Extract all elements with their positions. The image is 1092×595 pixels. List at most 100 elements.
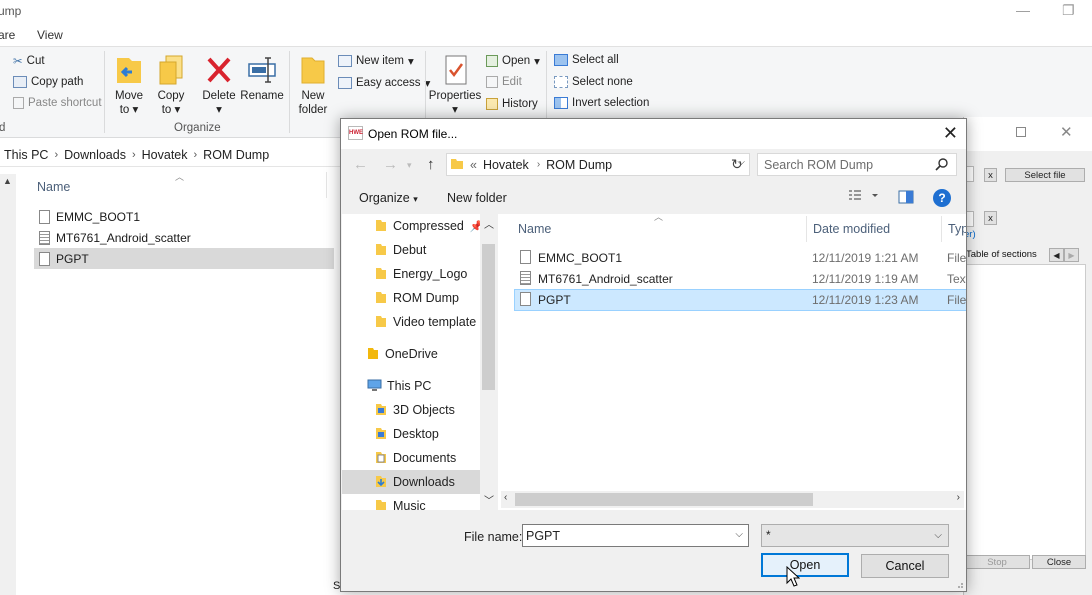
organize-button[interactable]: Organize ▾ <box>359 191 418 205</box>
horizontal-scroll-thumb[interactable] <box>515 493 813 506</box>
nav-item-rom-dump[interactable]: ROM Dump <box>342 286 480 310</box>
nav-item-energy-logo[interactable]: Energy_Logo <box>342 262 480 286</box>
easy-access-button[interactable]: Easy access ▾ <box>338 76 430 90</box>
refresh-icon[interactable]: ↻ <box>731 156 743 173</box>
stop-button[interactable]: Stop <box>964 555 1030 569</box>
nav-item-documents[interactable]: Documents <box>342 446 480 470</box>
back-arrow-icon[interactable]: ← <box>353 156 368 173</box>
up-arrow-icon[interactable]: ↑ <box>427 156 435 173</box>
explorer-breadcrumb[interactable]: This PC › Downloads › Hovatek › ROM Dump <box>0 143 340 167</box>
breadcrumb-hovatek[interactable]: Hovatek <box>483 158 529 172</box>
preview-pane-icon[interactable] <box>898 190 914 207</box>
move-to-button[interactable]: Move to ▾ <box>112 53 146 117</box>
arrow-left-icon[interactable]: ◀ <box>1049 248 1064 262</box>
forward-arrow-icon[interactable]: → <box>383 156 398 173</box>
nav-item-onedrive[interactable]: OneDrive <box>342 342 480 366</box>
breadcrumb-rom-dump[interactable]: ROM Dump <box>203 148 269 162</box>
tab-view[interactable]: View <box>37 28 63 42</box>
breadcrumb-rom-dump[interactable]: ROM Dump <box>546 158 612 172</box>
dialog-titlebar[interactable]: HWE Open ROM file... ✕ <box>341 119 966 149</box>
chevron-down-icon[interactable]: ⌵ <box>735 529 743 540</box>
list-item-selected[interactable]: PGPT <box>34 248 334 269</box>
arrow-right-icon[interactable]: ▶ <box>1064 248 1079 262</box>
nav-item-compressed[interactable]: Compressed 📌 <box>342 214 484 238</box>
new-item-button[interactable]: New item ▾ <box>338 54 414 68</box>
sections-table[interactable] <box>964 264 1086 560</box>
scroll-left-icon[interactable]: ‹ <box>504 492 507 503</box>
new-folder-icon <box>297 53 329 87</box>
cut-button[interactable]: ✂ Cut <box>13 54 45 68</box>
history-button[interactable]: History <box>486 98 538 110</box>
tool-clear-button[interactable]: x <box>984 168 997 182</box>
invert-selection-button[interactable]: Invert selection <box>554 97 649 109</box>
nav-scrollbar[interactable]: ▲ <box>0 174 16 595</box>
path-overflow-icon[interactable]: « <box>470 158 477 172</box>
list-item[interactable]: MT6761_Android_scatter <box>34 227 334 248</box>
new-folder-button[interactable]: New folder <box>296 53 330 117</box>
select-all-button[interactable]: Select all <box>554 54 619 66</box>
nav-scrollbar[interactable]: ︿ ﹀ <box>480 214 496 510</box>
select-file-button[interactable]: Select file <box>1005 168 1085 182</box>
rename-button[interactable]: Rename <box>240 53 284 103</box>
nav-item-this-pc[interactable]: This PC <box>342 374 480 398</box>
open-button[interactable]: Open <box>761 553 849 577</box>
close-icon[interactable]: ✕ <box>1060 123 1073 141</box>
dialog-breadcrumb[interactable]: « Hovatek › ROM Dump ⌵ <box>446 153 750 176</box>
nav-item-desktop[interactable]: Desktop <box>342 422 480 446</box>
help-icon[interactable]: ? <box>933 189 951 207</box>
tab-share[interactable]: are <box>0 28 15 42</box>
search-input[interactable] <box>764 157 934 172</box>
recent-chevron-icon[interactable]: ▾ <box>407 160 412 171</box>
scroll-up-icon[interactable]: ▲ <box>3 176 12 186</box>
column-header-type[interactable]: Typ <box>948 214 966 244</box>
file-icon <box>39 251 50 266</box>
restore-icon[interactable]: ❐ <box>1062 2 1075 19</box>
column-header-name[interactable]: Name <box>518 214 551 244</box>
select-none-button[interactable]: Select none <box>554 76 633 88</box>
list-item[interactable]: EMMC_BOOT1 <box>34 206 334 227</box>
breadcrumb-hovatek[interactable]: Hovatek <box>142 148 188 162</box>
horizontal-scrollbar[interactable]: ‹ › <box>501 491 964 508</box>
nav-item-music[interactable]: Music <box>342 494 480 510</box>
file-type-select[interactable]: * ⌵ <box>761 524 949 547</box>
tool-close-button[interactable]: Close <box>1032 555 1086 569</box>
close-icon[interactable]: ✕ <box>943 123 958 144</box>
nav-item-downloads[interactable]: Downloads <box>342 470 480 494</box>
breadcrumb-downloads[interactable]: Downloads <box>64 148 126 162</box>
folder-icon <box>375 314 387 331</box>
tool-clear-button-2[interactable]: x <box>984 211 997 225</box>
desktop-icon <box>375 426 387 443</box>
chevron-down-icon[interactable]: ⌵ <box>934 525 942 546</box>
file-name-combobox[interactable]: ⌵ <box>522 524 749 547</box>
file-row[interactable]: EMMC_BOOT1 12/11/2019 1:21 AM File <box>514 247 966 269</box>
onedrive-folder-icon <box>367 346 379 363</box>
new-folder-button[interactable]: New folder <box>447 191 507 205</box>
column-header-name[interactable]: Name <box>37 180 70 194</box>
search-box[interactable] <box>757 153 957 176</box>
cancel-button[interactable]: Cancel <box>861 554 949 578</box>
breadcrumb-this-pc[interactable]: This PC <box>4 148 48 162</box>
edit-button[interactable]: Edit <box>486 76 522 88</box>
copy-to-button[interactable]: Copy to ▾ <box>154 53 188 117</box>
paste-shortcut-button[interactable]: Paste shortcut <box>13 97 102 109</box>
scroll-right-icon[interactable]: › <box>957 492 960 503</box>
file-row[interactable]: MT6761_Android_scatter 12/11/2019 1:19 A… <box>514 268 966 290</box>
scroll-up-icon[interactable]: ︿ <box>484 216 494 231</box>
open-ribbon-button[interactable]: Open ▾ <box>486 54 540 68</box>
nav-item-3d-objects[interactable]: 3D Objects <box>342 398 480 422</box>
copy-path-button[interactable]: Copy path <box>13 76 83 88</box>
minimize-icon[interactable]: — <box>1016 2 1030 18</box>
delete-button[interactable]: Delete ▾ <box>201 53 237 117</box>
file-name-input[interactable] <box>523 525 723 546</box>
view-options-icon[interactable] <box>848 189 878 206</box>
nav-scroll-thumb[interactable] <box>482 244 495 390</box>
resize-grip-icon[interactable] <box>954 579 964 589</box>
file-row-selected[interactable]: PGPT 12/11/2019 1:23 AM File <box>514 289 966 311</box>
nav-item-video-template[interactable]: Video template <box>342 310 480 334</box>
column-header-date-modified[interactable]: Date modified <box>813 214 890 244</box>
nav-item-debut[interactable]: Debut <box>342 238 480 262</box>
properties-button[interactable]: Properties ▾ <box>429 53 481 117</box>
search-icon[interactable] <box>935 158 948 174</box>
maximize-icon[interactable] <box>1016 127 1026 137</box>
scroll-down-icon[interactable]: ﹀ <box>484 492 494 507</box>
